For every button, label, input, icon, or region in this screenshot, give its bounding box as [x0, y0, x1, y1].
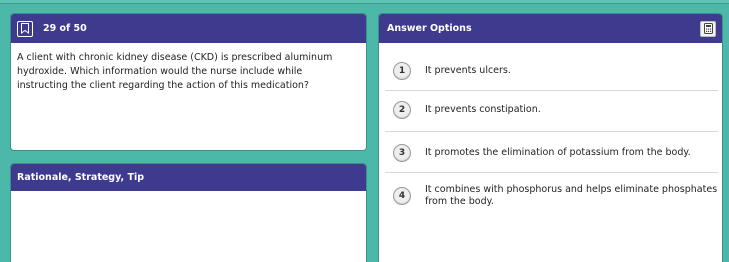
rationale-panel: Rationale, Strategy, Tip: [10, 163, 367, 262]
calculator-button[interactable]: [700, 20, 716, 37]
answer-option-1[interactable]: 1 It prevents ulcers.: [379, 62, 722, 80]
option-text[interactable]: It prevents constipation.: [425, 101, 722, 116]
option-number[interactable]: 3: [393, 144, 411, 162]
bookmark-icon: [21, 23, 29, 34]
top-border: [0, 0, 729, 4]
answer-options-header: Answer Options: [379, 14, 722, 43]
rationale-header[interactable]: Rationale, Strategy, Tip: [11, 164, 366, 191]
answer-option-4[interactable]: 4 It combines with phosphorus and helps …: [379, 184, 722, 208]
question-header: 29 of 50: [11, 14, 366, 43]
calculator-icon: [703, 23, 713, 34]
option-number[interactable]: 1: [393, 62, 411, 80]
question-counter: 29 of 50: [43, 23, 87, 34]
answer-option-2[interactable]: 2 It prevents constipation.: [379, 101, 722, 119]
option-divider: [385, 172, 718, 173]
option-text[interactable]: It promotes the elimination of potassium…: [425, 144, 722, 159]
bookmark-button[interactable]: [17, 20, 33, 37]
answer-options-title: Answer Options: [387, 23, 472, 34]
question-text: A client with chronic kidney disease (CK…: [17, 52, 333, 91]
option-number[interactable]: 2: [393, 101, 411, 119]
option-divider: [385, 131, 718, 132]
option-divider: [385, 90, 718, 91]
answer-option-3[interactable]: 3 It promotes the elimination of potassi…: [379, 144, 722, 162]
answer-options-panel: Answer Options 1 It prevents ulcers. 2 I…: [378, 13, 723, 262]
option-text[interactable]: It combines with phosphorus and helps el…: [425, 184, 722, 208]
rationale-title: Rationale, Strategy, Tip: [17, 172, 145, 183]
option-text[interactable]: It prevents ulcers.: [425, 62, 722, 77]
question-panel: 29 of 50 A client with chronic kidney di…: [10, 13, 367, 151]
option-number[interactable]: 4: [393, 187, 411, 205]
